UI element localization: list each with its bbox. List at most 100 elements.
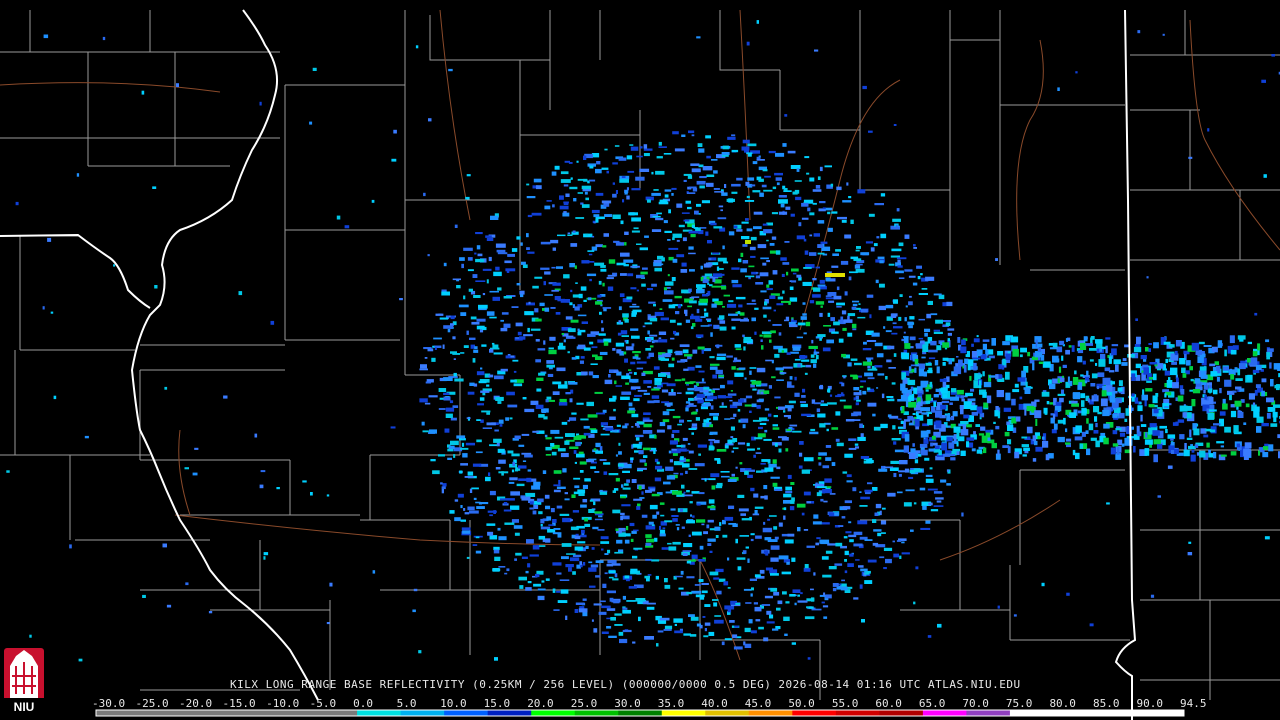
radar-echo [564, 492, 568, 495]
radar-echo [1025, 381, 1028, 387]
radar-echo [651, 229, 662, 232]
radar-echo [1089, 348, 1097, 351]
radar-echo [603, 462, 611, 465]
radar-echo [1062, 364, 1067, 368]
radar-echo [743, 346, 746, 351]
radar-echo [1179, 358, 1186, 365]
radar-echo [544, 307, 550, 312]
radar-echo [503, 509, 512, 512]
radar-echo [737, 566, 742, 571]
radar-echo [764, 175, 771, 178]
radar-echo [1046, 401, 1050, 405]
radar-echo [910, 448, 916, 453]
radar-echo [492, 296, 500, 301]
radar-echo [748, 265, 755, 268]
radar-echo [570, 319, 579, 323]
radar-echo [557, 234, 566, 237]
radar-echo [581, 529, 585, 534]
radar-echo [540, 241, 551, 245]
radar-echo [751, 587, 754, 591]
radar-echo [461, 527, 471, 531]
radar-echo [1027, 351, 1031, 357]
radar-echo [814, 402, 821, 405]
radar-echo [674, 351, 680, 354]
radar-echo [809, 300, 815, 304]
radar-echo [654, 435, 657, 439]
radar-echo [833, 295, 842, 300]
radar-echo [441, 489, 444, 494]
radar-echo [1144, 399, 1147, 407]
radar-echo [585, 233, 589, 236]
radar-echo [825, 550, 833, 554]
radar-echo [162, 543, 167, 548]
radar-echo [1065, 428, 1068, 433]
radar-echo [690, 616, 699, 621]
radar-echo [1080, 342, 1087, 350]
radar-echo [771, 212, 778, 215]
radar-echo [513, 370, 517, 373]
radar-echo [961, 512, 964, 517]
radar-echo [703, 308, 707, 312]
radar-echo [1041, 391, 1050, 397]
radar-echo [556, 590, 561, 593]
radar-echo [621, 375, 631, 380]
radar-echo [933, 331, 943, 334]
radar-echo [681, 378, 686, 381]
radar-echo [961, 398, 965, 402]
radar-echo [824, 207, 833, 211]
radar-echo [948, 358, 952, 365]
radar-echo [903, 445, 909, 453]
radar-echo [877, 373, 885, 376]
radar-echo [878, 468, 888, 472]
scale-swatch [270, 710, 315, 716]
radar-echo [666, 403, 671, 407]
radar-echo [755, 275, 761, 279]
radar-echo [574, 546, 583, 551]
radar-echo [673, 472, 679, 475]
radar-echo [428, 395, 438, 398]
radar-echo [535, 339, 540, 342]
radar-echo [801, 359, 810, 362]
radar-echo [627, 273, 634, 277]
radar-echo [596, 412, 606, 415]
radar-echo [755, 282, 764, 285]
radar-echo [480, 367, 483, 370]
radar-echo [393, 129, 397, 134]
radar-echo [500, 327, 508, 332]
radar-echo [853, 397, 856, 401]
radar-echo [838, 338, 844, 343]
radar-echo [551, 289, 559, 292]
radar-echo [622, 425, 628, 429]
radar-echo [825, 445, 832, 448]
radar-echo [825, 273, 845, 277]
radar-echo [447, 457, 452, 460]
radar-echo [657, 339, 668, 343]
radar-echo [1209, 363, 1216, 367]
radar-echo [846, 480, 853, 483]
radar-echo [861, 619, 865, 623]
radar-echo [1081, 400, 1085, 407]
radar-echo [568, 567, 572, 572]
radar-echo [575, 282, 578, 284]
radar-echo [412, 609, 416, 613]
radar-echo [626, 526, 629, 531]
radar-echo [742, 139, 750, 144]
radar-echo [794, 376, 797, 381]
radar-echo [601, 327, 604, 332]
radar-echo [528, 301, 531, 305]
radar-echo [577, 192, 583, 194]
radar-echo [714, 619, 724, 624]
radar-echo [1217, 340, 1223, 348]
radar-echo [716, 353, 727, 357]
radar-echo [622, 607, 628, 610]
radar-echo [691, 590, 702, 594]
radar-echo [609, 597, 614, 602]
radar-echo [791, 557, 796, 562]
radar-echo [722, 145, 729, 150]
radar-echo [738, 508, 749, 512]
radar-echo [727, 439, 733, 444]
radar-echo [611, 429, 618, 432]
radar-echo [705, 231, 709, 236]
radar-echo [983, 447, 987, 454]
radar-echo [1021, 444, 1029, 448]
